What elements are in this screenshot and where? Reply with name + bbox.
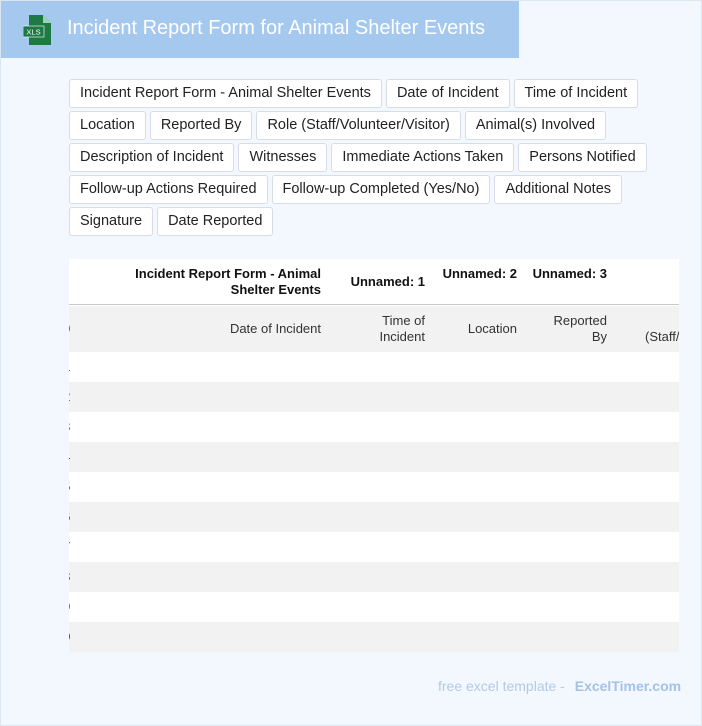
header-cell-time-of-incident: Time of Incident — [379, 313, 425, 344]
table-row: 3 — [69, 412, 679, 442]
row-index: 9 — [69, 599, 70, 614]
table-row: 8 — [69, 562, 679, 592]
chip-description-of-incident[interactable]: Description of Incident — [69, 143, 235, 172]
table-row: 2 — [69, 382, 679, 412]
chip-role[interactable]: Role (Staff/Volunteer/Visitor) — [256, 111, 461, 140]
chip-follow-up-completed[interactable]: Follow-up Completed (Yes/No) — [271, 175, 491, 204]
page-frame: XLS Incident Report Form for Animal Shel… — [0, 0, 702, 726]
chip-follow-up-actions-required[interactable]: Follow-up Actions Required — [69, 175, 268, 204]
row-index: 0 — [69, 629, 70, 644]
chip-incident-report-form[interactable]: Incident Report Form - Animal Shelter Ev… — [69, 79, 382, 108]
column-chip-list: Incident Report Form - Animal Shelter Ev… — [69, 79, 669, 236]
footer-credit: free excel template - ExcelTimer.com — [438, 678, 681, 694]
table-row: 1 — [69, 352, 679, 382]
footer-brand-link[interactable]: ExcelTimer.com — [575, 678, 681, 694]
table-row: 5 — [69, 472, 679, 502]
row-index: 2 — [69, 389, 70, 404]
row-index: 4 — [69, 449, 70, 464]
row-index: 6 — [69, 509, 70, 524]
header-cell-location: Location — [467, 321, 517, 336]
chip-date-of-incident[interactable]: Date of Incident — [385, 79, 510, 108]
header-cell-date-of-incident: Date of Incident — [229, 321, 321, 336]
chip-location[interactable]: Location — [69, 111, 146, 140]
header-cell-index: 0 — [69, 321, 70, 337]
table-row: 9 — [69, 592, 679, 622]
row-index: 1 — [69, 359, 70, 374]
header-cell-role: (Staff/ — [645, 329, 679, 344]
header-banner: XLS Incident Report Form for Animal Shel… — [1, 1, 519, 58]
chip-persons-notified[interactable]: Persons Notified — [518, 143, 647, 172]
page-title: Incident Report Form for Animal Shelter … — [67, 17, 485, 39]
table-header-row-1: Incident Report Form - Animal Shelter Ev… — [69, 259, 679, 305]
table-row: 6 — [69, 502, 679, 532]
header-cell-reported-by: Reported By — [553, 313, 607, 344]
header-cell-unnamed-2: Unnamed: 2 — [442, 266, 517, 281]
table-row: 0 — [69, 622, 679, 652]
row-index: 7 — [69, 539, 70, 554]
header-cell-unnamed-1: Unnamed: 1 — [350, 274, 425, 289]
data-table: Incident Report Form - Animal Shelter Ev… — [69, 259, 679, 652]
table-row: 4 — [69, 442, 679, 472]
chip-date-reported[interactable]: Date Reported — [157, 207, 274, 236]
chip-additional-notes[interactable]: Additional Notes — [494, 175, 623, 204]
header-cell-form-title: Incident Report Form - Animal Shelter Ev… — [135, 266, 321, 297]
row-index: 8 — [69, 569, 70, 584]
xls-file-icon: XLS — [23, 15, 51, 45]
row-index: 5 — [69, 479, 70, 494]
chip-witnesses[interactable]: Witnesses — [238, 143, 328, 172]
chip-signature[interactable]: Signature — [69, 207, 154, 236]
table-row: 7 — [69, 532, 679, 562]
chip-animals-involved[interactable]: Animal(s) Involved — [464, 111, 607, 140]
table-header-row-2: 0 Date of Incident Time of Incident Loca… — [69, 306, 679, 352]
chip-immediate-actions-taken[interactable]: Immediate Actions Taken — [331, 143, 515, 172]
table-body: 1 2 3 4 5 6 7 8 9 0 — [69, 352, 679, 652]
xls-icon-label: XLS — [26, 28, 40, 37]
footer-text: free excel template - — [438, 678, 565, 694]
chip-time-of-incident[interactable]: Time of Incident — [513, 79, 639, 108]
header-cell-unnamed-3: Unnamed: 3 — [532, 266, 607, 281]
row-index: 3 — [69, 419, 70, 434]
chip-reported-by[interactable]: Reported By — [149, 111, 253, 140]
